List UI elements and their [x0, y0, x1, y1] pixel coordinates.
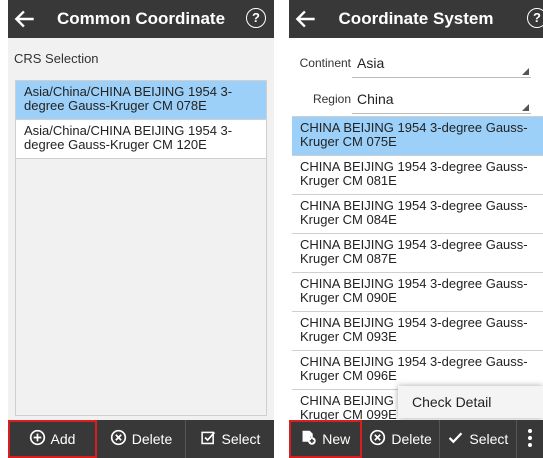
coordinate-system-list: CHINA BEIJING 1954 3-degree Gauss-Kruger…	[292, 116, 543, 429]
back-arrow-icon[interactable]	[12, 6, 38, 32]
dropdown-arrow-icon	[522, 68, 529, 75]
list-item[interactable]: CHINA BEIJING 1954 3-degree Gauss-Kruger…	[292, 117, 543, 156]
add-button[interactable]: Add	[8, 420, 97, 458]
help-icon[interactable]: ?	[527, 8, 543, 28]
help-icon[interactable]: ?	[246, 8, 266, 28]
add-circle-icon	[29, 429, 46, 449]
region-value: China	[357, 91, 394, 107]
top-bar: Coordinate System ?	[289, 0, 543, 38]
dropdown-underline	[352, 77, 531, 78]
delete-label: Delete	[131, 431, 173, 447]
list-item[interactable]: CHINA BEIJING 1954 3-degree Gauss-Kruger…	[292, 312, 543, 351]
new-label: New	[322, 431, 351, 447]
list-item[interactable]: CHINA BEIJING 1954 3-degree Gauss-Kruger…	[292, 273, 543, 312]
new-button[interactable]: New	[289, 420, 363, 458]
select-button[interactable]: Select	[186, 420, 274, 458]
continent-value: Asia	[357, 55, 385, 71]
list-item[interactable]: Asia/China/CHINA BEIJING 1954 3-degree G…	[16, 120, 266, 159]
back-arrow-icon[interactable]	[293, 6, 319, 32]
delete-button[interactable]: Delete	[362, 420, 440, 458]
more-options-button[interactable]	[517, 420, 543, 458]
select-button[interactable]: Select	[440, 420, 517, 458]
select-label: Select	[469, 431, 509, 447]
continent-dropdown[interactable]: Continent Asia	[289, 44, 543, 80]
continent-label: Continent	[299, 56, 351, 70]
dropdown-arrow-icon	[522, 104, 529, 111]
select-label: Select	[221, 431, 261, 447]
list-item[interactable]: CHINA BEIJING 1954 3-degree Gauss-Kruger…	[292, 156, 543, 195]
checkmark-icon	[447, 429, 464, 449]
bottom-toolbar: New Delete Select	[289, 420, 543, 458]
list-item[interactable]: CHINA BEIJING 1954 3-degree Gauss-Kruger…	[292, 195, 543, 234]
dropdown-underline	[352, 113, 531, 114]
common-coordinate-screen: Common Coordinate ? CRS Selection Asia/C…	[8, 0, 274, 458]
page-title: Coordinate System	[338, 9, 494, 28]
checkbox-icon	[200, 429, 217, 449]
list-item[interactable]: Asia/China/CHINA BEIJING 1954 3-degree G…	[16, 81, 266, 120]
coordinate-system-screen: Coordinate System ? Continent Asia Regio…	[289, 0, 543, 458]
region-label: Region	[312, 92, 351, 106]
new-document-icon	[300, 429, 317, 449]
delete-circle-icon	[369, 429, 386, 449]
section-label: CRS Selection	[8, 38, 274, 72]
crs-list: Asia/China/CHINA BEIJING 1954 3-degree G…	[15, 80, 267, 416]
bottom-toolbar: Add Delete Select	[8, 420, 274, 458]
page-title: Common Coordinate	[56, 9, 226, 28]
list-item[interactable]: CHINA BEIJING 1954 3-degree Gauss-Kruger…	[292, 234, 543, 273]
list-item[interactable]: CHINA BEIJING 1954 3-degree Gauss-Kruger…	[292, 351, 543, 390]
more-vertical-icon	[527, 428, 533, 451]
delete-circle-icon	[110, 429, 127, 449]
add-label: Add	[50, 431, 76, 447]
top-bar: Common Coordinate ?	[8, 0, 274, 38]
check-detail-menu-item[interactable]: Check Detail	[398, 386, 543, 418]
delete-label: Delete	[391, 431, 432, 447]
delete-button[interactable]: Delete	[97, 420, 186, 458]
region-dropdown[interactable]: Region China	[289, 80, 543, 116]
